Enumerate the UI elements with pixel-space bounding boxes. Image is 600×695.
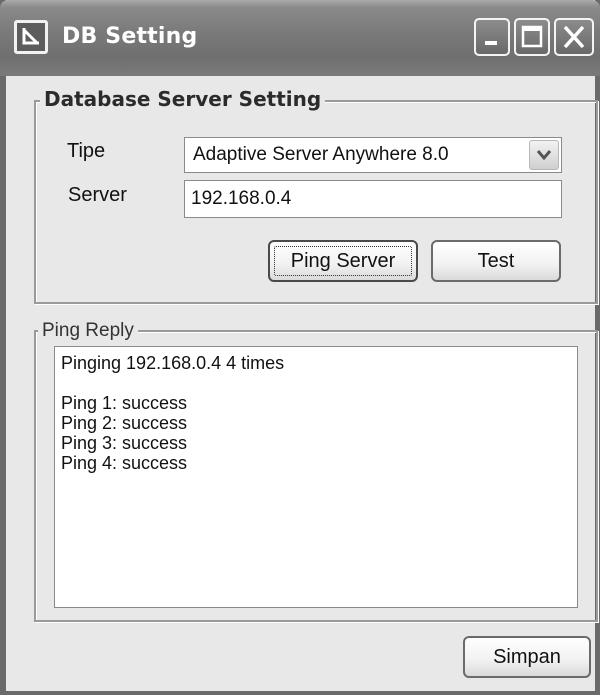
server-field-box: [184, 180, 562, 218]
minimize-button[interactable]: [474, 18, 510, 56]
tipe-dropdown-button[interactable]: [529, 140, 559, 170]
database-server-group-title: Database Server Setting: [40, 87, 326, 111]
reply-line-blank: [61, 373, 571, 393]
chevron-down-icon: [536, 150, 552, 161]
reply-line: Ping 4: success: [61, 453, 188, 473]
ping-server-button[interactable]: Ping Server: [268, 240, 418, 282]
server-input[interactable]: [185, 181, 561, 217]
db-setting-window: DB Setting Database Server Setting Tipe …: [0, 0, 600, 695]
window-title: DB Setting: [62, 24, 198, 49]
maximize-button[interactable]: [514, 18, 550, 56]
ping-reply-group-title: Ping Reply: [38, 320, 138, 342]
reply-line: Pinging 192.168.0.4 4 times: [61, 353, 285, 373]
maximize-icon: [521, 25, 543, 48]
focus-rectangle: [274, 246, 412, 276]
test-button[interactable]: Test: [431, 240, 561, 282]
simpan-button[interactable]: Simpan: [463, 636, 591, 678]
reply-line: Ping 2: success: [61, 413, 188, 433]
server-label: Server: [68, 184, 127, 206]
tipe-dropdown[interactable]: Adaptive Server Anywhere 8.0: [184, 137, 562, 173]
ping-reply-textarea[interactable]: Pinging 192.168.0.4 4 times Ping 1: succ…: [54, 346, 578, 608]
minimize-icon: [485, 41, 497, 45]
tipe-label: Tipe: [67, 140, 106, 162]
reply-line: Ping 1: success: [61, 393, 188, 413]
tipe-dropdown-value: Adaptive Server Anywhere 8.0: [193, 144, 449, 165]
title-bar[interactable]: DB Setting: [0, 0, 600, 76]
close-icon: [563, 25, 585, 49]
arrow-down-right-icon[interactable]: [14, 20, 48, 54]
close-button[interactable]: [554, 18, 594, 56]
reply-line: Ping 3: success: [61, 433, 188, 453]
